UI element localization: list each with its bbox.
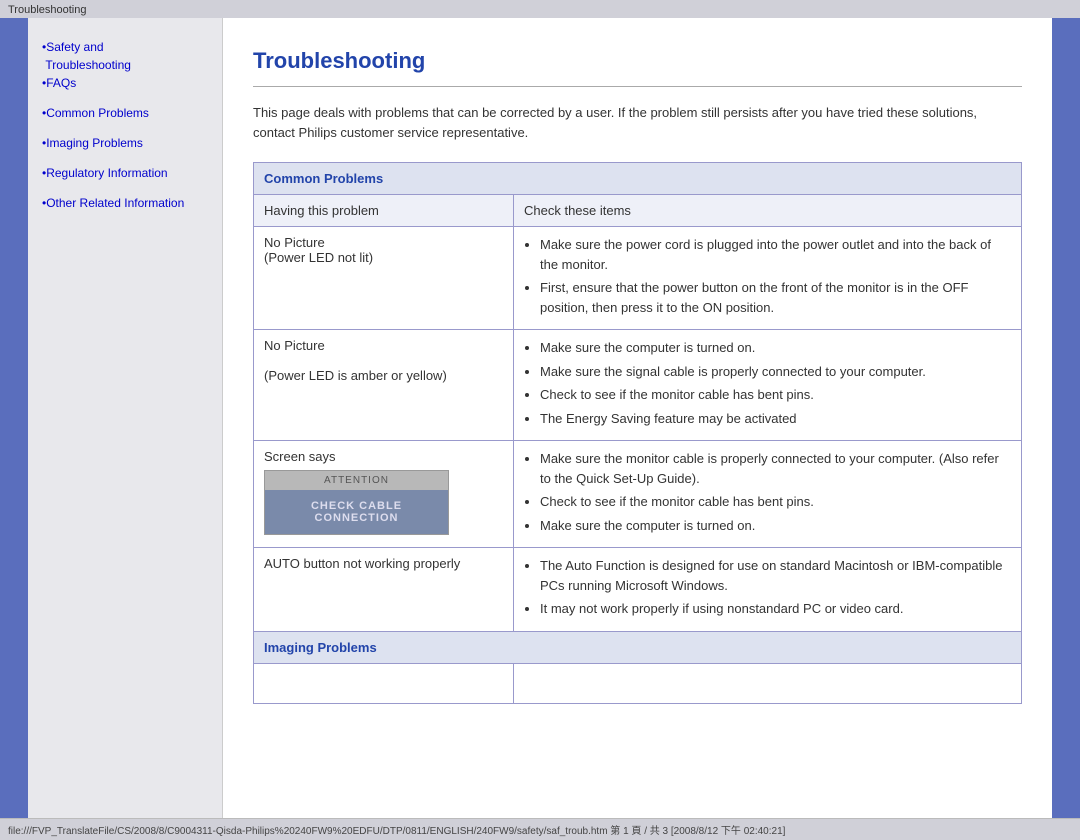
page-title: Troubleshooting bbox=[253, 48, 1022, 74]
sidebar-item-common-problems[interactable]: •Common Problems bbox=[42, 104, 212, 122]
status-bar: file:///FVP_TranslateFile/CS/2008/8/C900… bbox=[0, 818, 1080, 840]
problem-screen-says: Screen says ATTENTION CHECK CABLE CONNEC… bbox=[254, 441, 514, 548]
browser-tab: Troubleshooting bbox=[0, 0, 1080, 18]
problems-table: Common Problems Having this problem Chec… bbox=[253, 162, 1022, 704]
column-header-row: Having this problem Check these items bbox=[254, 195, 1022, 227]
attention-header-label: ATTENTION bbox=[265, 471, 448, 490]
solution-no-picture-led-off: Make sure the power cord is plugged into… bbox=[514, 227, 1022, 330]
problem-no-picture-led-amber: No Picture(Power LED is amber or yellow) bbox=[254, 330, 514, 441]
table-row: No Picture(Power LED is amber or yellow)… bbox=[254, 330, 1022, 441]
sidebar-item-regulatory[interactable]: •Regulatory Information bbox=[42, 164, 212, 182]
sidebar-group-common: •Common Problems bbox=[42, 104, 212, 122]
sidebar-group-other: •Other Related Information bbox=[42, 194, 212, 212]
imaging-placeholder-problem bbox=[254, 663, 514, 703]
sidebar-item-other[interactable]: •Other Related Information bbox=[42, 194, 212, 212]
content-area: Troubleshooting This page deals with pro… bbox=[223, 18, 1052, 818]
problem-auto-button: AUTO button not working properly bbox=[254, 548, 514, 632]
common-problems-header-row: Common Problems bbox=[254, 163, 1022, 195]
col-header-solution: Check these items bbox=[514, 195, 1022, 227]
solution-auto-button: The Auto Function is designed for use on… bbox=[514, 548, 1022, 632]
screen-says-label: Screen says bbox=[264, 449, 336, 464]
table-row: No Picture(Power LED not lit) Make sure … bbox=[254, 227, 1022, 330]
sidebar-group-safety: •Safety and Troubleshooting •FAQs bbox=[42, 38, 212, 92]
problem-no-picture-led-off: No Picture(Power LED not lit) bbox=[254, 227, 514, 330]
check-cable-label: CHECK CABLE CONNECTION bbox=[265, 490, 448, 534]
sidebar-group-imaging: •Imaging Problems bbox=[42, 134, 212, 152]
left-accent-bar bbox=[0, 18, 28, 818]
title-divider bbox=[253, 86, 1022, 87]
common-problems-section-header: Common Problems bbox=[254, 163, 1022, 195]
tab-title: Troubleshooting bbox=[8, 4, 86, 16]
imaging-placeholder-solution bbox=[514, 663, 1022, 703]
table-row: Screen says ATTENTION CHECK CABLE CONNEC… bbox=[254, 441, 1022, 548]
intro-text: This page deals with problems that can b… bbox=[253, 103, 1022, 142]
imaging-problems-header-row: Imaging Problems bbox=[254, 631, 1022, 663]
right-accent-bar bbox=[1052, 18, 1080, 818]
sidebar: •Safety and Troubleshooting •FAQs •Commo… bbox=[28, 18, 223, 818]
status-bar-text: file:///FVP_TranslateFile/CS/2008/8/C900… bbox=[8, 826, 785, 837]
col-header-problem: Having this problem bbox=[254, 195, 514, 227]
solution-no-picture-led-amber: Make sure the computer is turned on. Mak… bbox=[514, 330, 1022, 441]
sidebar-item-faqs[interactable]: •FAQs bbox=[42, 74, 212, 92]
sidebar-group-regulatory: •Regulatory Information bbox=[42, 164, 212, 182]
imaging-problems-section-header: Imaging Problems bbox=[254, 631, 1022, 663]
sidebar-item-safety[interactable]: •Safety and Troubleshooting bbox=[42, 38, 212, 74]
table-row: AUTO button not working properly The Aut… bbox=[254, 548, 1022, 632]
sidebar-item-imaging-problems[interactable]: •Imaging Problems bbox=[42, 134, 212, 152]
attention-box: ATTENTION CHECK CABLE CONNECTION bbox=[264, 470, 449, 535]
imaging-problems-placeholder-row bbox=[254, 663, 1022, 703]
solution-check-cable: Make sure the monitor cable is properly … bbox=[514, 441, 1022, 548]
